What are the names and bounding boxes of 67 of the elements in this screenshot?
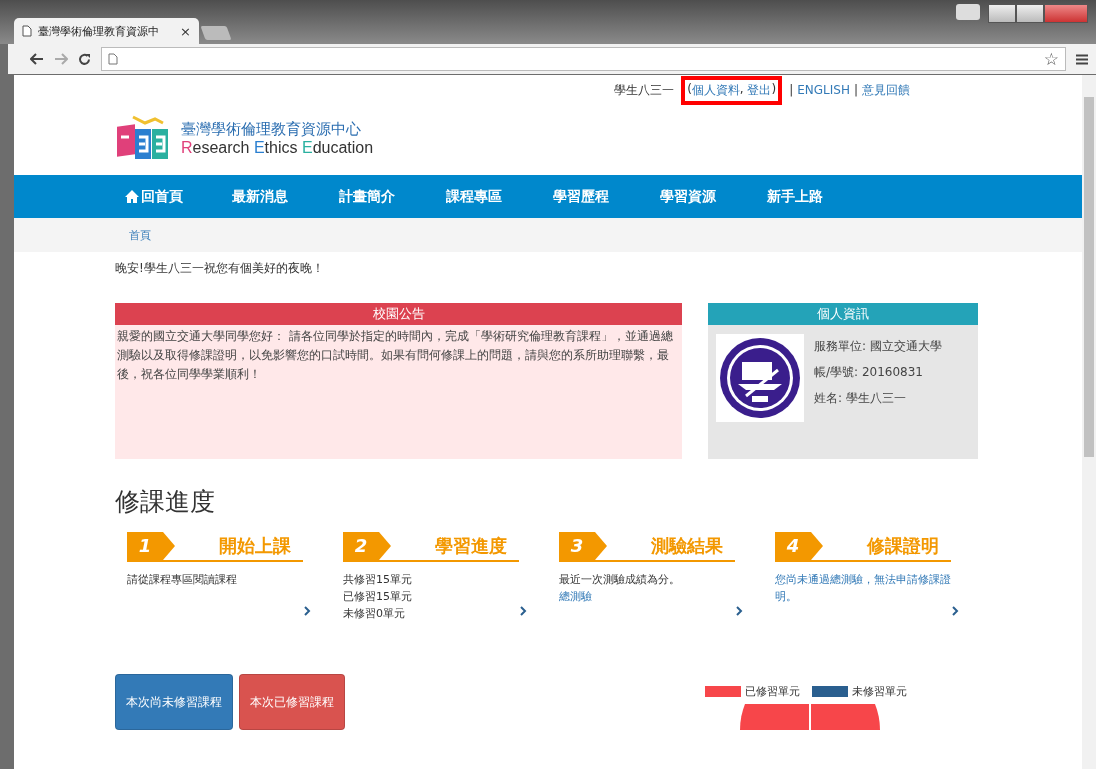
course-button[interactable]: 本次尚未修習課程 [115, 674, 233, 730]
chevron-right-icon[interactable] [520, 606, 527, 616]
course-button[interactable]: 本次已修習課程 [239, 674, 345, 730]
page-icon [108, 53, 118, 65]
step-title: 修課證明 [867, 534, 939, 558]
step-text: 請從課程專區閱讀課程 [127, 572, 238, 588]
paren-text: ) [771, 81, 777, 98]
nav-item[interactable]: 計畫簡介 [339, 187, 446, 206]
step-number: 2 [343, 532, 391, 560]
panel-header: 個人資訊 [708, 303, 978, 325]
nav-item[interactable]: 課程專區 [446, 187, 553, 206]
address-bar[interactable]: ☆ [101, 47, 1066, 71]
site-subtitle: Research Ethics Education [181, 138, 374, 157]
profile-field: 姓名: 學生八三一 [814, 389, 942, 407]
section-title: 修課進度 [115, 486, 216, 518]
breadcrumb-link[interactable]: 首頁 [115, 228, 151, 242]
step-number: 4 [775, 532, 823, 560]
chevron-right-icon[interactable] [736, 606, 743, 616]
close-button[interactable] [1044, 4, 1088, 23]
chevron-right-icon[interactable] [952, 606, 959, 616]
step-link[interactable]: 總測驗 [559, 588, 735, 605]
step-title: 學習進度 [435, 534, 507, 558]
separator-text: | [853, 83, 858, 97]
profile-link[interactable]: 個人資料 [691, 81, 740, 99]
university-seal-icon [716, 334, 804, 422]
user-name: 學生八三一 [614, 81, 675, 99]
profile-field: 服務單位: 國立交通大學 [814, 337, 942, 355]
tab-title: 臺灣學術倫理教育資源中 [38, 23, 160, 39]
browser-tab[interactable]: 臺灣學術倫理教育資源中 × [14, 18, 199, 44]
step-number: 1 [127, 532, 175, 560]
nav-item[interactable]: 回首頁 [125, 187, 232, 206]
panel-header: 校園公告 [115, 303, 682, 325]
site-title: 臺灣學術倫理教育資源中心 [181, 119, 362, 139]
home-icon [125, 190, 139, 203]
nav-item[interactable]: 新手上路 [767, 187, 874, 206]
step-title: 開始上課 [219, 534, 291, 558]
close-icon[interactable]: × [180, 23, 191, 39]
back-icon[interactable] [30, 53, 44, 65]
profile-field: 帳/學號: 20160831 [814, 363, 942, 381]
step-text: 最近一次測驗成績為分。 [559, 572, 681, 588]
step-text: 已修習15單元 [343, 589, 413, 605]
separator-text: | [789, 83, 794, 97]
reload-icon[interactable] [78, 52, 91, 66]
maximize-button[interactable] [1016, 4, 1044, 23]
nav-item[interactable]: 學習歷程 [553, 187, 660, 206]
greeting-text: 晚安!學生八三一祝您有個美好的夜晚！ [115, 260, 325, 277]
legend-label: 已修習單元 [745, 684, 800, 699]
minimize-button[interactable] [988, 4, 1016, 23]
star-icon[interactable]: ☆ [1043, 49, 1059, 69]
page-icon [22, 25, 32, 37]
scrollbar[interactable] [1082, 75, 1096, 769]
announcement-text: 親愛的國立交通大學同學您好： 請各位同學於指定的時間內，完成「學術研究倫理教育課程」，並通過總測驗以及取得修課證明，以免影響您的口試時間。如果有問何修課上的問題，請與您的系所助理聯繫，最後，祝各位同學學業順利！ [117, 328, 674, 383]
step-text: 未修習0單元 [343, 606, 406, 622]
feedback-link[interactable]: 意見回饋 [862, 81, 910, 99]
paren-text: ( [687, 81, 692, 98]
step-link[interactable]: 您尚未通過總測驗，無法申請修課證明。 [775, 571, 951, 605]
step-number: 3 [559, 532, 607, 560]
legend-label: 未修習單元 [852, 684, 907, 699]
nav-item[interactable]: 最新消息 [232, 187, 339, 206]
step-text: 共修習15單元 [343, 572, 413, 588]
nav-item[interactable]: 學習資源 [660, 187, 767, 206]
logout-link[interactable]: 登出 [747, 81, 772, 99]
english-link[interactable]: ENGLISH [797, 83, 850, 97]
step-title: 測驗結果 [651, 534, 723, 558]
comma-text: , [739, 81, 744, 98]
chevron-right-icon[interactable] [304, 606, 311, 616]
menu-icon[interactable] [1076, 53, 1088, 65]
